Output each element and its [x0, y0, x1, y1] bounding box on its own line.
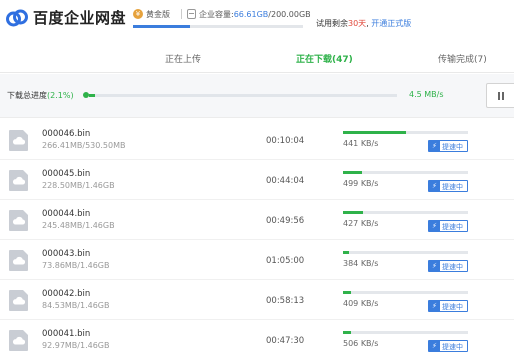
tab-uploading[interactable]: 正在上传 — [165, 52, 201, 65]
remaining-time: 00:47:30 — [266, 336, 305, 346]
file-progress-bar — [343, 131, 468, 134]
file-speed: 384 KB/s — [343, 259, 379, 268]
file-cloud-icon — [9, 250, 28, 271]
boost-button[interactable]: ⚡ 提速中 — [428, 300, 468, 312]
lightning-icon: ⚡ — [429, 181, 440, 191]
remaining-time: 01:05:00 — [266, 256, 305, 266]
total-progress-bar — [89, 94, 397, 97]
tab-completed[interactable]: 传输完成(7) — [438, 52, 487, 65]
file-progress-bar — [343, 171, 468, 174]
upgrade-link[interactable]: 开通正式版 — [371, 19, 411, 28]
download-row[interactable]: 000046.bin 266.41MB/530.50MB 00:10:04 441 K… — [0, 120, 514, 160]
trial-notice: 试用剩余30天, 开通正式版 — [316, 19, 412, 28]
lightning-icon: ⚡ — [429, 341, 440, 351]
boost-button[interactable]: ⚡ 提速中 — [428, 340, 468, 352]
download-row[interactable]: 000045.bin 228.50MB/1.46GB 00:44:04 499 KB/… — [0, 160, 514, 200]
tab-downloading[interactable]: 正在下载(47) — [296, 52, 353, 65]
file-name: 000046.bin — [42, 129, 91, 139]
header: 百度企业网盘 ¥ 黄金版 企业容量:66.61GB/200.00GB 试用剩余3… — [0, 0, 514, 38]
file-name: 000042.bin — [42, 289, 91, 299]
boost-label: 提速中 — [442, 263, 463, 271]
pause-all-button[interactable] — [486, 83, 514, 108]
trial-days: 30天 — [348, 19, 367, 28]
file-speed: 499 KB/s — [343, 179, 379, 188]
file-name: 000044.bin — [42, 209, 91, 219]
boost-button[interactable]: ⚡ 提速中 — [428, 140, 468, 152]
file-cloud-icon — [9, 290, 28, 311]
remaining-time: 00:10:04 — [266, 136, 305, 146]
file-name: 000045.bin — [42, 169, 91, 179]
capacity-bar — [133, 25, 303, 28]
cloud-logo-icon — [6, 9, 28, 27]
lightning-icon: ⚡ — [429, 301, 440, 311]
boost-label: 提速中 — [442, 223, 463, 231]
boost-label: 提速中 — [442, 303, 463, 311]
file-cloud-icon — [9, 210, 28, 231]
edition-label: 黄金版 — [146, 10, 170, 19]
file-progress-fill — [343, 251, 350, 254]
download-row[interactable]: 000043.bin 73.86MB/1.46GB 01:05:00 384 KB/s… — [0, 240, 514, 280]
boost-label: 提速中 — [442, 143, 463, 151]
capacity-text: 企业容量:66.61GB/200.00GB — [199, 10, 311, 19]
remaining-time: 00:49:56 — [266, 216, 305, 226]
file-size: 266.41MB/530.50MB — [42, 141, 126, 150]
boost-label: 提速中 — [442, 183, 463, 191]
file-size: 92.97MB/1.46GB — [42, 341, 110, 350]
file-name: 000043.bin — [42, 249, 91, 259]
remaining-time: 00:44:04 — [266, 176, 305, 186]
divider — [181, 9, 182, 19]
transfer-tabs: 正在上传 正在下载(47) 传输完成(7) — [0, 40, 514, 73]
file-size: 73.86MB/1.46GB — [42, 261, 110, 270]
file-cloud-icon — [9, 330, 28, 351]
file-progress-fill — [343, 131, 406, 134]
lightning-icon: ⚡ — [429, 141, 440, 151]
file-size: 228.50MB/1.46GB — [42, 181, 115, 190]
capacity-used: 66.61GB — [233, 10, 269, 19]
file-size: 84.53MB/1.46GB — [42, 301, 110, 310]
download-row[interactable]: 000042.bin 84.53MB/1.46GB 00:58:13 409 KB/s… — [0, 280, 514, 320]
boost-button[interactable]: ⚡ 提速中 — [428, 260, 468, 272]
boost-button[interactable]: ⚡ 提速中 — [428, 220, 468, 232]
file-progress-bar — [343, 331, 468, 334]
file-speed: 427 KB/s — [343, 219, 379, 228]
file-name: 000041.bin — [42, 329, 91, 339]
file-speed: 409 KB/s — [343, 299, 379, 308]
download-list: 000046.bin 266.41MB/530.50MB 00:10:04 441 K… — [0, 120, 514, 355]
remaining-time: 00:58:13 — [266, 296, 305, 306]
total-speed: 4.5 MB/s — [409, 90, 444, 99]
file-size: 245.48MB/1.46GB — [42, 221, 115, 230]
file-cloud-icon — [9, 130, 28, 151]
file-progress-fill — [343, 331, 351, 334]
capacity-icon — [187, 9, 196, 19]
download-row[interactable]: 000041.bin 92.97MB/1.46GB 00:47:30 506 KB/s… — [0, 320, 514, 355]
file-cloud-icon — [9, 170, 28, 191]
file-progress-fill — [343, 211, 363, 214]
capacity-bar-fill — [133, 25, 190, 28]
brand-title: 百度企业网盘 — [33, 9, 127, 27]
total-progress-label: 下载总进度(2.1%) — [7, 91, 74, 100]
file-speed: 441 KB/s — [343, 139, 379, 148]
download-row[interactable]: 000044.bin 245.48MB/1.46GB 00:49:56 427 KB/… — [0, 200, 514, 240]
lightning-icon: ⚡ — [429, 221, 440, 231]
file-progress-fill — [343, 291, 351, 294]
boost-button[interactable]: ⚡ 提速中 — [428, 180, 468, 192]
total-progress-percent: (2.1%) — [47, 91, 74, 100]
file-progress-fill — [343, 171, 362, 174]
file-progress-bar — [343, 211, 468, 214]
file-speed: 506 KB/s — [343, 339, 379, 348]
lightning-icon: ⚡ — [429, 261, 440, 271]
boost-label: 提速中 — [442, 343, 463, 351]
file-progress-bar — [343, 291, 468, 294]
total-progress-panel: 下载总进度(2.1%) 4.5 MB/s — [0, 74, 514, 118]
total-progress-fill — [89, 94, 96, 97]
file-progress-bar — [343, 251, 468, 254]
gold-badge-icon: ¥ — [133, 9, 143, 19]
